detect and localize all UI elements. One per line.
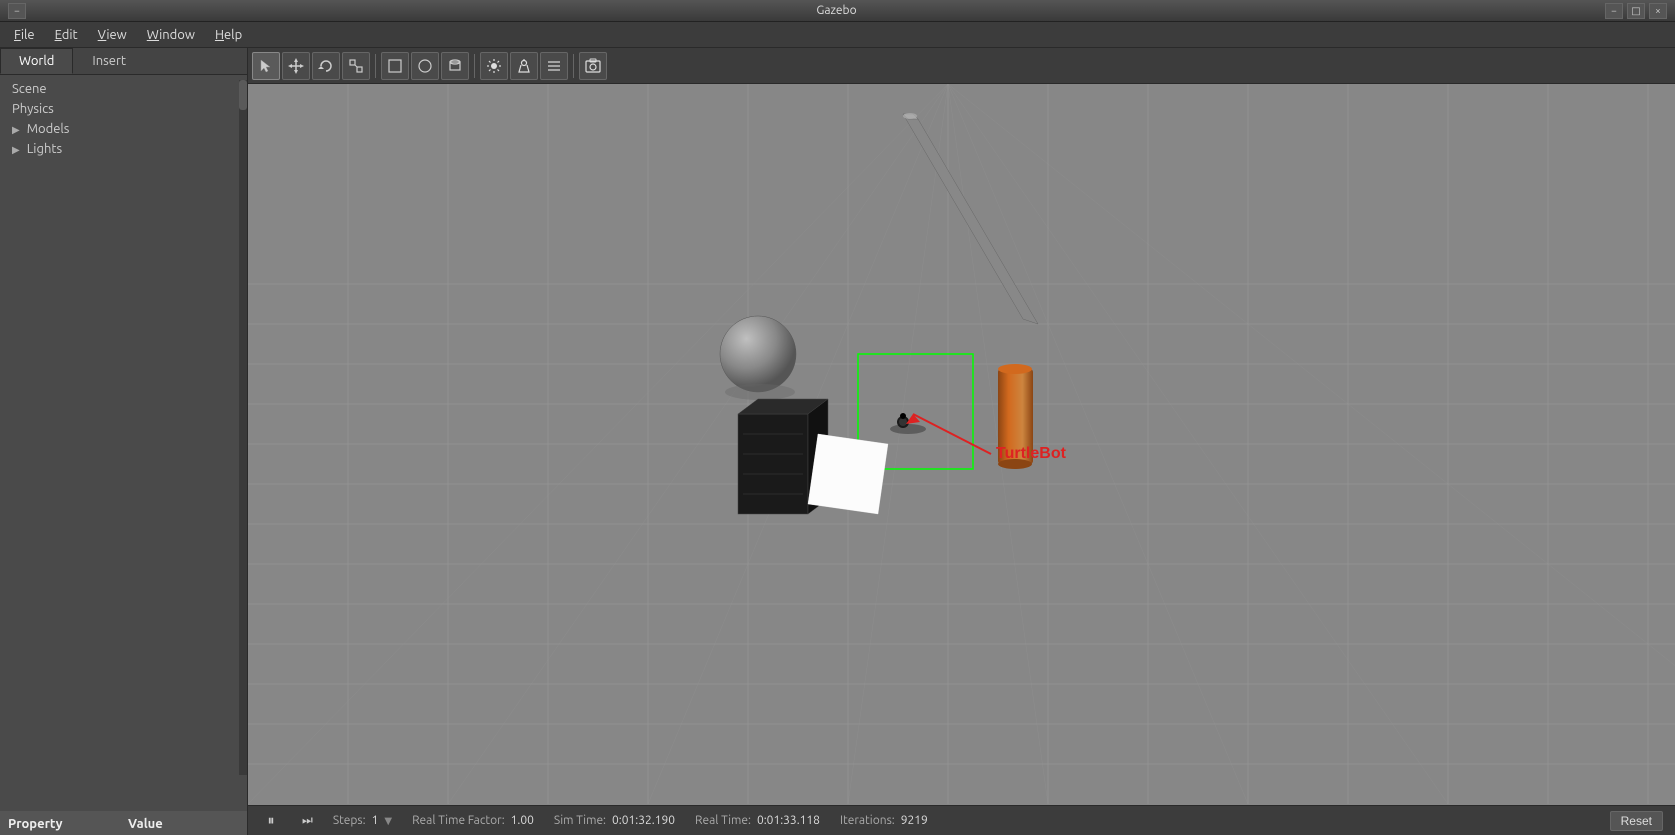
iterations-value: 9219 xyxy=(901,814,928,827)
rotate-tool-button[interactable] xyxy=(312,52,340,80)
tree-item-lights[interactable]: ▶ Lights xyxy=(0,139,247,159)
menubar: File Edit View Window Help xyxy=(0,22,1675,48)
steps-label: Steps: xyxy=(333,814,366,827)
cylinder-button[interactable] xyxy=(441,52,469,80)
select-tool-button[interactable] xyxy=(252,52,280,80)
models-expand-icon: ▶ xyxy=(12,124,20,136)
property-panel: Property Value xyxy=(0,811,247,835)
real-time-label: Real Time: xyxy=(695,814,751,827)
point-light-button[interactable] xyxy=(480,52,508,80)
sphere-button[interactable] xyxy=(411,52,439,80)
property-col-header: Property xyxy=(8,817,128,831)
statusbar: ⏸ ⏭ Steps: 1 ▼ Real Time Factor: 1.00 Si… xyxy=(248,805,1675,835)
main-container: World Insert Scene Physics ▶ Models ▶ Li… xyxy=(0,48,1675,835)
viewport-grid: TurtleBot xyxy=(248,84,1675,805)
rtf-label: Real Time Factor: xyxy=(412,814,505,827)
steps-dropdown[interactable]: ▼ xyxy=(384,815,392,827)
steps-value: 1 xyxy=(372,814,379,827)
reset-button[interactable]: Reset xyxy=(1610,811,1663,831)
world-tree: Scene Physics ▶ Models ▶ Lights xyxy=(0,75,247,811)
window-title: Gazebo xyxy=(68,4,1605,17)
property-header: Property Value xyxy=(0,813,247,835)
minimize-button[interactable]: − xyxy=(8,3,26,19)
sphere-object xyxy=(720,316,796,400)
titlebar: − Gazebo − □ × xyxy=(0,0,1675,22)
tab-world[interactable]: World xyxy=(0,48,73,74)
rtf-value: 1.00 xyxy=(511,814,534,827)
value-col-header: Value xyxy=(128,817,163,831)
iterations-label: Iterations: xyxy=(840,814,895,827)
toolbar-sep-1 xyxy=(375,54,376,78)
spot-light-button[interactable] xyxy=(510,52,538,80)
scale-tool-button[interactable] xyxy=(342,52,370,80)
turtlebot-label: TurtleBot xyxy=(996,445,1067,462)
menu-view[interactable]: View xyxy=(88,26,137,44)
step-forward-icon[interactable]: ⏭ xyxy=(302,814,313,828)
sim-time-label: Sim Time: xyxy=(554,814,606,827)
pause-button[interactable]: ⏸ xyxy=(260,810,282,832)
real-time-value: 0:01:33.118 xyxy=(757,814,820,827)
menu-help[interactable]: Help xyxy=(205,26,252,44)
steps-item: Steps: 1 ▼ xyxy=(333,814,392,827)
white-pad-object xyxy=(808,434,888,514)
translate-tool-button[interactable] xyxy=(282,52,310,80)
toolbar xyxy=(248,48,1675,84)
left-panel-scrollbar[interactable] xyxy=(239,80,247,775)
menu-file[interactable]: File xyxy=(4,26,45,44)
left-panel-tabs: World Insert xyxy=(0,48,247,75)
close-button[interactable]: × xyxy=(1649,3,1667,19)
tree-item-physics[interactable]: Physics xyxy=(0,99,247,119)
window-controls: − □ × xyxy=(1605,3,1667,19)
iterations-item: Iterations: 9219 xyxy=(840,814,928,827)
directional-light-button[interactable] xyxy=(540,52,568,80)
box-button[interactable] xyxy=(381,52,409,80)
sim-time-value: 0:01:32.190 xyxy=(612,814,675,827)
3d-viewport[interactable]: TurtleBot xyxy=(248,84,1675,805)
lights-expand-icon: ▶ xyxy=(12,144,20,156)
real-time-item: Real Time: 0:01:33.118 xyxy=(695,814,820,827)
scrollbar-thumb xyxy=(239,80,247,110)
maximize-button[interactable]: □ xyxy=(1627,3,1645,19)
sim-time-item: Sim Time: 0:01:32.190 xyxy=(554,814,675,827)
tree-item-scene[interactable]: Scene xyxy=(0,79,247,99)
screenshot-button[interactable] xyxy=(579,52,607,80)
tab-insert[interactable]: Insert xyxy=(73,48,145,74)
menu-window[interactable]: Window xyxy=(137,26,205,44)
toolbar-sep-2 xyxy=(474,54,475,78)
menu-edit[interactable]: Edit xyxy=(45,26,88,44)
rtf-item: Real Time Factor: 1.00 xyxy=(412,814,534,827)
left-panel: World Insert Scene Physics ▶ Models ▶ Li… xyxy=(0,48,248,835)
viewport-container: TurtleBot ⏸ ⏭ Steps: 1 ▼ Real Time Facto… xyxy=(248,48,1675,835)
minimize-button[interactable]: − xyxy=(1605,3,1623,19)
toolbar-sep-3 xyxy=(573,54,574,78)
step-controls: ⏭ xyxy=(302,814,313,828)
tree-item-models[interactable]: ▶ Models xyxy=(0,119,247,139)
